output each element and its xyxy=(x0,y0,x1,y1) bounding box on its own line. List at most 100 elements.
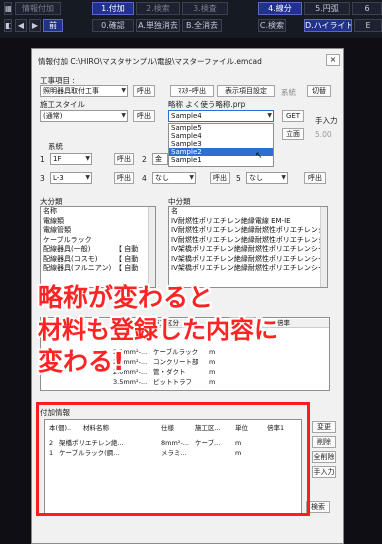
dialog-title: 情報付加 C:\HIRO\マスタサンプル\電設\マスターファイル.emcad xyxy=(38,57,262,66)
manual-input-button[interactable]: 手入力 xyxy=(312,466,336,478)
koji-select-value: 照明器具取付工事 xyxy=(43,87,99,95)
chubunrui-list[interactable]: 名 IV耐燃性ポリエチレン絶縁電線 EM-IE IV耐燃性ポリエチレン絶縁耐燃性… xyxy=(168,206,328,288)
keito-select-4-value: なし xyxy=(155,174,169,182)
keito-index-5: 5 xyxy=(236,174,241,183)
dropdown-option[interactable]: Sample4 xyxy=(169,132,273,140)
keito-call-button-1[interactable]: 呼出 xyxy=(114,153,134,165)
chevron-down-icon: ▼ xyxy=(121,112,126,119)
ryaku-select[interactable]: Sample4 ▼ xyxy=(168,110,274,122)
change-button[interactable]: 変更 xyxy=(312,421,336,433)
list-item-extra: 【 自動 xyxy=(115,264,139,272)
keito-index-2: 2 xyxy=(142,155,147,164)
keito-index-3: 3 xyxy=(40,174,45,183)
ritsumen-button[interactable]: 立面 xyxy=(282,128,304,140)
ryaku-select-value: Sample4 xyxy=(171,112,202,120)
list-item[interactable]: 配線器具(一般) 【 自動 xyxy=(41,245,155,255)
list-item[interactable]: 名称 xyxy=(41,207,155,217)
list-item-label: 配線器具(一般) xyxy=(43,245,91,253)
master-call-button[interactable]: ﾏｽﾀｰ呼出 xyxy=(170,85,214,97)
toolbar-btn-mae[interactable]: 前 xyxy=(43,19,63,32)
list-item[interactable]: 配線器具(コスモ) 【 自動 xyxy=(41,255,155,265)
chevron-down-icon: ▼ xyxy=(267,112,272,119)
list-item[interactable]: ケーブルラック xyxy=(41,236,155,246)
chevron-down-icon: ▼ xyxy=(85,155,90,162)
list-item[interactable]: IV架橋ポリエチレン絶縁耐燃性ポリエチレンシースケーブ xyxy=(169,264,327,274)
list-item[interactable]: IV架橋ポリエチレン絶縁耐燃性ポリエチレンシースケーブ xyxy=(169,255,327,265)
table-row[interactable]: 3.5mm²-... ピットトラフ m xyxy=(41,378,329,387)
seko-select[interactable]: (通常) ▼ xyxy=(40,110,128,122)
list-item-label: 電線類 xyxy=(43,216,64,225)
keito-select-5[interactable]: なし ▼ xyxy=(246,172,288,184)
dropdown-option[interactable]: Sample5 xyxy=(169,124,273,132)
cell-kubun: 管・ダクト xyxy=(153,368,186,376)
toolbar-mode-info[interactable]: 情報付加 xyxy=(15,2,61,15)
list-item[interactable]: 電線類 xyxy=(41,217,155,227)
list-item[interactable]: IV耐燃性ポリエチレン絶縁耐燃性ポリエチレンシースケーブ xyxy=(169,236,327,246)
grid-icon[interactable]: ▦ xyxy=(4,2,12,15)
chevron-down-icon: ▼ xyxy=(121,87,126,94)
keito-select-2[interactable]: 金 xyxy=(152,153,168,165)
keito-select-5-value: なし xyxy=(249,174,263,182)
list-item[interactable]: IV架橋ポリエチレン絶縁耐燃性ポリエチレンシースケーブ xyxy=(169,245,327,255)
delete-all-button[interactable]: 全削除 xyxy=(312,451,336,463)
keito-call-button-3[interactable]: 呼出 xyxy=(114,172,134,184)
keito-call-button-4[interactable]: 呼出 xyxy=(210,172,230,184)
get-button[interactable]: GET xyxy=(282,110,304,122)
koji-call-button[interactable]: 呼出 xyxy=(133,85,155,97)
list-item[interactable]: IV耐燃性ポリエチレン絶縁耐燃性ポリエチレンシースケーブ xyxy=(169,226,327,236)
keito-index-1: 1 xyxy=(40,155,45,164)
caption-line-2: 材料も登録した内容に xyxy=(38,316,278,344)
keito-select-1[interactable]: 1F ▼ xyxy=(50,153,92,165)
ryaku-dropdown-list: Sample5 Sample4 Sample3 Sample2 Sample1 … xyxy=(168,123,274,167)
toolbar-btn-tandoku-shokyo[interactable]: A.単独消去 xyxy=(136,19,180,32)
toolbar-btn-enko[interactable]: 5.円弧 xyxy=(304,2,350,15)
daibunrui-list[interactable]: 名称 電線類 電線管類 ケーブルラック 配線器具(一般) 【 自動 配線器具(コス… xyxy=(40,206,156,288)
list-item[interactable]: 電線管類 xyxy=(41,226,155,236)
seko-call-button[interactable]: 呼出 xyxy=(133,110,155,122)
koji-select[interactable]: 照明器具取付工事 ▼ xyxy=(40,85,128,97)
chevron-down-icon: ▼ xyxy=(281,174,286,181)
seko-select-value: (通常) xyxy=(43,112,63,120)
toolbar-btn-highlight[interactable]: D.ハイライト xyxy=(304,19,352,32)
toolbar-btn-senbun[interactable]: 4.線分 xyxy=(258,2,302,15)
keito-select-2-value: 金 xyxy=(155,155,162,163)
list-item[interactable]: 名 xyxy=(169,207,327,217)
toolbar-btn-e[interactable]: E xyxy=(354,19,382,32)
keito-toggle-label: 系統 xyxy=(281,88,296,97)
keito-label: 系統 xyxy=(48,142,63,151)
cell-unit: m xyxy=(209,358,216,366)
list-item[interactable]: IV耐燃性ポリエチレン絶縁電線 EM-IE xyxy=(169,217,327,227)
caption-line-1: 略称が変わると xyxy=(38,283,214,312)
tenyuryoku-label: 手入力 xyxy=(315,116,338,125)
cell-unit: m xyxy=(209,378,216,386)
keito-select-4[interactable]: なし ▼ xyxy=(152,172,196,184)
display-setting-button[interactable]: 表示項目設定 xyxy=(217,85,275,97)
toolbar-btn-kakunin[interactable]: 0.確認 xyxy=(92,19,134,32)
toolbar-btn-kensa[interactable]: 3.検査 xyxy=(182,2,228,15)
toolbar-btn-zen-shokyo[interactable]: B.全消去 xyxy=(182,19,222,32)
chevron-down-icon: ▼ xyxy=(189,174,194,181)
arrow-right-icon[interactable]: ▶ xyxy=(29,19,41,32)
list-item-extra: 【 自動 xyxy=(115,245,139,253)
seko-label: 施工スタイル xyxy=(40,100,85,109)
keito-call-button-5[interactable]: 呼出 xyxy=(304,172,326,184)
list-item-label: 配線器具(コスモ) xyxy=(43,254,98,263)
highlight-frame xyxy=(36,402,310,516)
switch-button[interactable]: 切替 xyxy=(307,85,331,97)
list-item-label: 名称 xyxy=(43,207,57,215)
keito-select-3[interactable]: L-3 ▼ xyxy=(50,172,92,184)
window-icon[interactable]: ◧ xyxy=(4,19,12,32)
mouse-cursor-icon: ↖ xyxy=(255,151,263,161)
list-item[interactable]: 配線器具(フルニアン) 【 自動 xyxy=(41,264,155,274)
arrow-left-icon[interactable]: ◀ xyxy=(15,19,27,32)
scrollbar[interactable] xyxy=(148,207,155,287)
toolbar-btn-fuka[interactable]: 1.付加 xyxy=(92,2,134,15)
scrollbar[interactable] xyxy=(320,207,327,287)
dropdown-option[interactable]: Sample3 xyxy=(169,140,273,148)
toolbar-btn-kensaku[interactable]: 2.検索 xyxy=(136,2,180,15)
list-item-label: 配線器具(フルニアン) xyxy=(43,264,112,272)
delete-button[interactable]: 削除 xyxy=(312,436,336,448)
toolbar-btn-6[interactable]: 6 xyxy=(352,2,382,15)
close-icon[interactable]: × xyxy=(326,54,340,66)
toolbar-btn-c-kensaku[interactable]: C.検索 xyxy=(258,19,286,32)
